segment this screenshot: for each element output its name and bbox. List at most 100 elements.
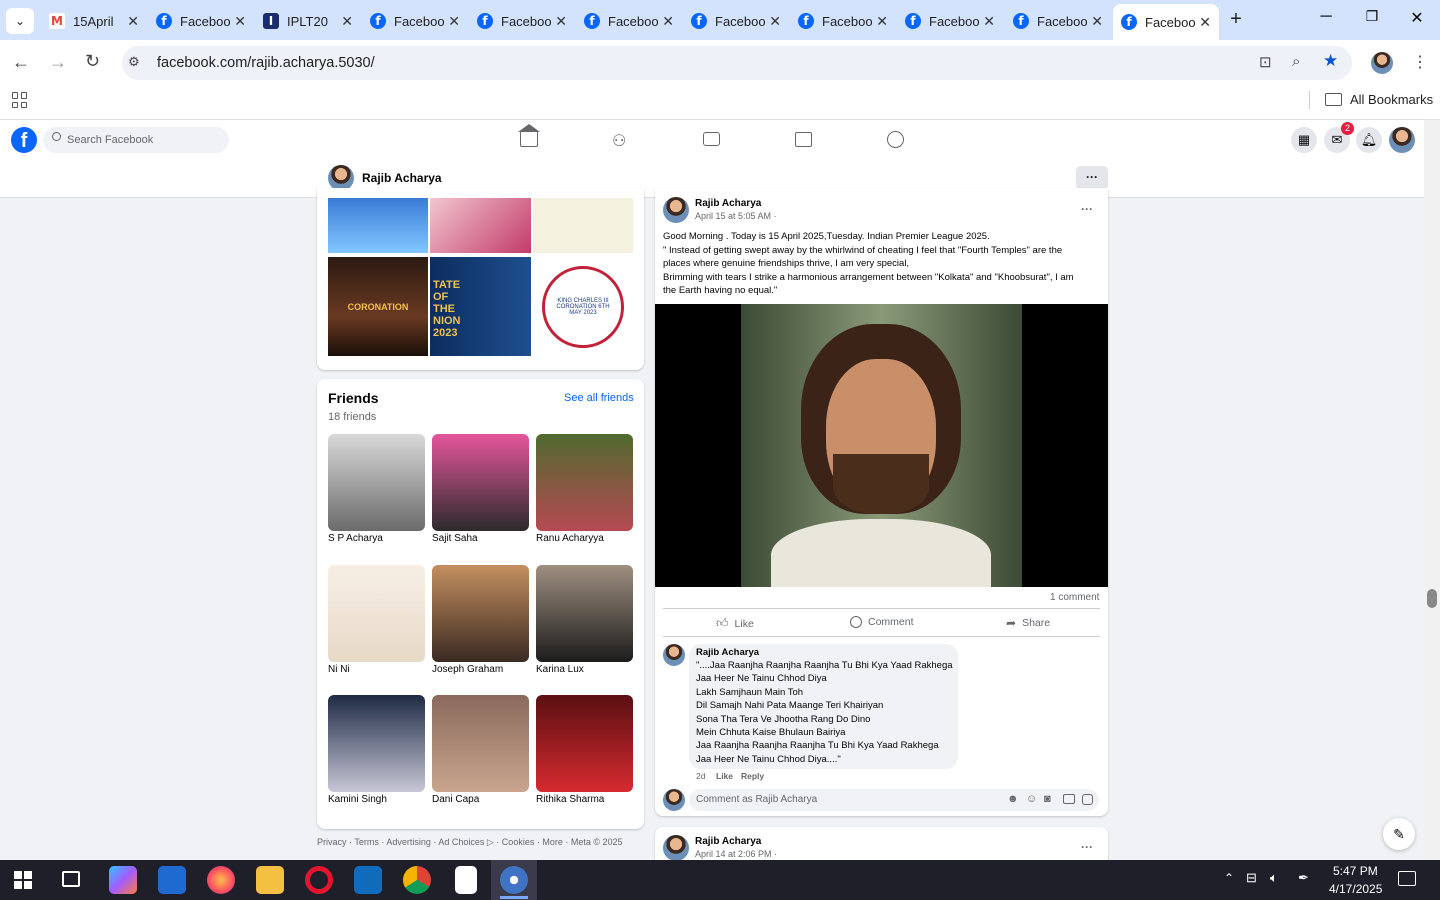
post2-author-avatar[interactable]	[663, 835, 689, 861]
like-button[interactable]: 👍︎ Like	[716, 616, 754, 631]
zoom-icon[interactable]: ⌕	[1292, 53, 1300, 70]
photo-tile-4[interactable]: CORONATION	[328, 257, 428, 356]
tab-close-icon[interactable]: ✕	[1091, 13, 1103, 30]
gif-icon[interactable]	[1063, 794, 1075, 804]
photo-tile-1[interactable]	[328, 198, 428, 253]
tab-close-icon[interactable]: ✕	[448, 13, 460, 30]
tab-close-icon[interactable]: ✕	[234, 13, 246, 30]
friend-photo[interactable]	[432, 434, 529, 531]
site-info-icon[interactable]: ⚙	[128, 54, 140, 70]
friend-photo[interactable]	[328, 434, 425, 531]
tab-close-icon[interactable]: ✕	[983, 13, 995, 30]
copilot-taskbar-icon[interactable]	[109, 866, 137, 894]
install-app-icon[interactable]: ⊡	[1259, 53, 1272, 71]
firefox-taskbar-icon[interactable]	[207, 866, 235, 894]
back-button[interactable]: ←	[12, 52, 32, 72]
friend-name[interactable]: Joseph Graham	[432, 664, 503, 675]
notification-center-icon[interactable]	[1398, 871, 1416, 886]
pen-icon[interactable]: ✒	[1298, 870, 1309, 886]
active-app-taskbar-icon[interactable]	[500, 866, 528, 894]
windows-start-icon[interactable]	[14, 871, 32, 889]
camera-icon[interactable]: ◙	[1044, 793, 1051, 805]
friend-photo[interactable]	[536, 695, 633, 792]
footer-links[interactable]: Privacy · Terms · Advertising · Ad Choic…	[317, 837, 623, 848]
tab-search-button[interactable]: ⌄	[6, 8, 34, 34]
minimize-button[interactable]: ─	[1314, 8, 1338, 32]
tab-close-icon[interactable]: ✕	[341, 13, 353, 30]
comment-age[interactable]: 2d	[696, 771, 705, 781]
apps-grid-icon[interactable]	[12, 92, 28, 108]
photo-tile-5[interactable]: TATE OF THE NION 2023	[430, 257, 531, 356]
close-window-button[interactable]: ✕	[1405, 8, 1429, 32]
friend-photo[interactable]	[328, 695, 425, 792]
new-tab-button[interactable]: +	[1224, 8, 1248, 32]
file-explorer-taskbar-icon[interactable]	[256, 866, 284, 894]
account-avatar[interactable]	[1389, 127, 1415, 153]
emoji-icon[interactable]: ☺	[1026, 793, 1037, 805]
friend-name[interactable]: Sajit Saha	[432, 533, 478, 544]
marketplace-nav-icon[interactable]	[795, 132, 812, 147]
sticker-icon[interactable]	[1082, 794, 1093, 805]
comment-like-link[interactable]: Like	[716, 771, 733, 781]
post-author-avatar[interactable]	[663, 197, 689, 223]
comments-count[interactable]: 1 comment	[1050, 592, 1099, 603]
reload-button[interactable]: ↻	[85, 51, 105, 71]
commenter-avatar[interactable]	[663, 644, 685, 666]
post-options-button[interactable]: ···	[1081, 202, 1093, 216]
browser-tab[interactable]: f Facebook✕	[148, 6, 254, 36]
page-scrollbar[interactable]	[1424, 120, 1440, 860]
clock-date[interactable]: 4/17/2025	[1329, 882, 1382, 896]
tab-close-icon[interactable]: ✕	[1199, 14, 1211, 31]
friend-photo[interactable]	[536, 565, 633, 662]
post2-time[interactable]: April 14 at 2:06 PM ·	[695, 849, 777, 859]
notifications-button[interactable]: 🔔︎	[1356, 127, 1382, 153]
network-icon[interactable]: ⊟	[1246, 870, 1257, 886]
tab-close-icon[interactable]: ✕	[555, 13, 567, 30]
volume-icon[interactable]: 🔈︎	[1270, 870, 1278, 886]
scrollbar-thumb[interactable]	[1427, 589, 1437, 608]
comment-reply-link[interactable]: Reply	[741, 771, 764, 781]
video-nav-icon[interactable]	[703, 132, 720, 146]
friend-name[interactable]: Dani Capa	[432, 794, 479, 805]
post-author-name[interactable]: Rajib Acharya	[695, 198, 761, 209]
tray-chevron-icon[interactable]: ⌃	[1224, 871, 1234, 885]
new-message-button[interactable]: ✎	[1383, 818, 1415, 850]
browser-profile-avatar[interactable]	[1371, 52, 1393, 74]
post-image[interactable]	[655, 304, 1108, 587]
comment-button[interactable]: Comment	[850, 616, 914, 628]
forward-button[interactable]: →	[49, 52, 69, 72]
avatar-sticker-icon[interactable]: ☻	[1007, 793, 1019, 805]
store-taskbar-icon[interactable]	[354, 866, 382, 894]
friend-photo[interactable]	[432, 695, 529, 792]
comment-composer-avatar[interactable]	[663, 789, 685, 811]
home-nav-icon[interactable]	[520, 131, 538, 147]
friend-name[interactable]: Rithika Sharma	[536, 794, 604, 805]
all-bookmarks-link[interactable]: All Bookmarks	[1350, 92, 1433, 107]
comment-author[interactable]: Rajib Acharya	[696, 647, 759, 658]
photo-tile-6[interactable]: KING CHARLES III CORONATION 6TH MAY 2023	[533, 257, 633, 356]
browser-tab[interactable]: f Facebook✕	[683, 6, 789, 36]
browser-tab[interactable]: f Facebook✕	[469, 6, 575, 36]
browser-menu-icon[interactable]: ⋮	[1412, 52, 1428, 72]
bookmark-star-icon[interactable]: ★	[1323, 51, 1338, 71]
browser-tab[interactable]: f Facebook✕	[1113, 4, 1219, 40]
opera-taskbar-icon[interactable]	[305, 866, 333, 894]
browser-tab[interactable]: f Facebook✕	[1005, 6, 1111, 36]
browser-tab[interactable]: f Facebook✕	[576, 6, 682, 36]
browser-tab[interactable]: M 15April ✕	[41, 6, 147, 36]
url-text[interactable]: facebook.com/rajib.acharya.5030/	[157, 55, 375, 71]
menu-grid-button[interactable]: ▦	[1291, 127, 1317, 153]
chrome-taskbar-icon[interactable]	[403, 866, 431, 894]
groups-nav-icon[interactable]	[887, 131, 904, 148]
notepad-taskbar-icon[interactable]	[455, 866, 477, 894]
browser-tab[interactable]: f Facebook✕	[790, 6, 896, 36]
tab-close-icon[interactable]: ✕	[876, 13, 888, 30]
photo-tile-2[interactable]	[430, 198, 531, 253]
share-button[interactable]: ➦ Share	[1006, 616, 1050, 630]
tab-close-icon[interactable]: ✕	[127, 13, 139, 30]
browser-tab[interactable]: f Facebook✕	[897, 6, 1003, 36]
profile-name[interactable]: Rajib Acharya	[362, 171, 442, 185]
see-all-friends-link[interactable]: See all friends	[564, 392, 634, 404]
friends-nav-icon[interactable]: ⚇	[612, 131, 626, 151]
browser-tab[interactable]: I IPLT20 ✕	[255, 6, 361, 36]
